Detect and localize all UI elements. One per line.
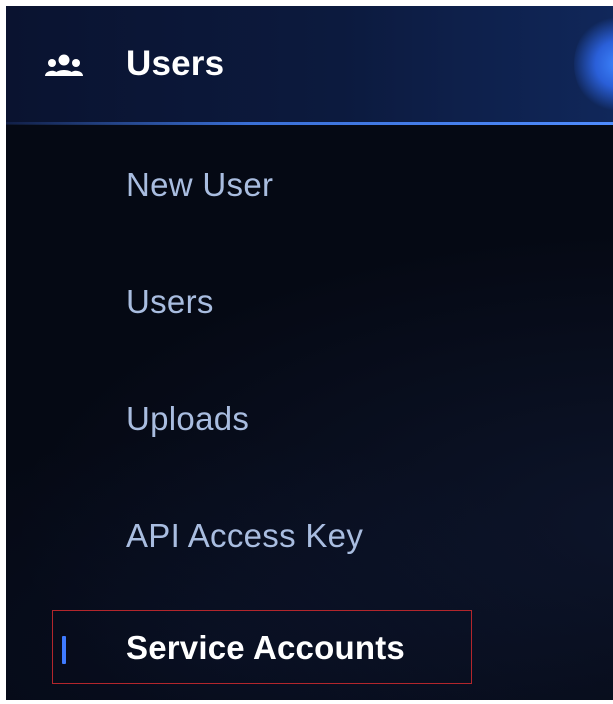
active-indicator [62,636,66,664]
users-group-icon [45,54,83,76]
menu-item-uploads[interactable]: Uploads [126,400,249,438]
section-header[interactable]: Users [6,6,613,125]
sidebar-panel: Users New User Users Uploads API Access … [6,6,613,700]
menu-item-users[interactable]: Users [126,283,214,321]
menu-item-new-user[interactable]: New User [126,166,273,204]
menu-item-api-access-key[interactable]: API Access Key [126,517,363,555]
menu-item-service-accounts-label: Service Accounts [126,629,405,666]
header-glow [574,14,613,114]
section-title: Users [126,44,225,83]
header-divider [6,122,613,125]
